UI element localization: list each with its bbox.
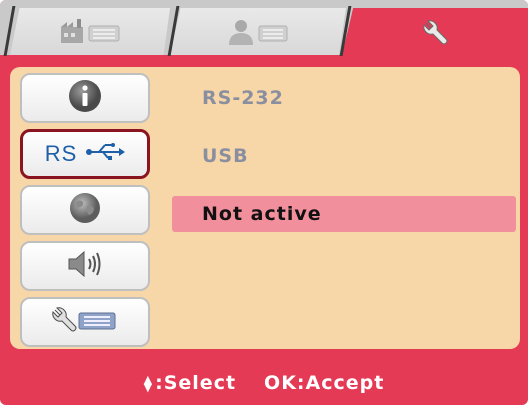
option-usb[interactable]: USB — [172, 138, 516, 174]
accept-hint: OK:Accept — [264, 371, 385, 394]
info-icon — [67, 78, 103, 118]
sidebar-item-info[interactable] — [20, 73, 150, 123]
rs-label: RS — [44, 141, 78, 166]
tab-machine[interactable] — [10, 8, 170, 55]
factory-icon — [55, 17, 125, 47]
tab-user[interactable] — [170, 8, 346, 55]
option-not-active[interactable]: Not active — [172, 196, 516, 232]
tools-icon — [49, 304, 121, 340]
globe-icon — [67, 190, 103, 230]
tab-strip — [0, 0, 528, 57]
sidebar-item-rs-usb[interactable]: RS — [20, 129, 150, 179]
footer-hints: ▲ ▼ :Select OK:Accept — [0, 360, 528, 405]
tab-settings[interactable] — [342, 8, 528, 55]
sidebar-item-sound[interactable] — [20, 241, 150, 291]
user-icon — [223, 17, 293, 47]
sidebar-item-tools[interactable] — [20, 297, 150, 347]
sidebar-item-network[interactable] — [20, 185, 150, 235]
up-down-arrow-icon: ▲ ▼ — [143, 372, 154, 394]
option-rs232[interactable]: RS-232 — [172, 80, 516, 116]
wrench-icon — [420, 17, 450, 47]
select-hint: :Select — [155, 371, 237, 394]
device-screen: RS RS-232 USB Not active ▲ ▼:Select OK:… — [0, 0, 528, 405]
usb-icon — [85, 142, 126, 166]
speaker-icon — [65, 248, 105, 284]
